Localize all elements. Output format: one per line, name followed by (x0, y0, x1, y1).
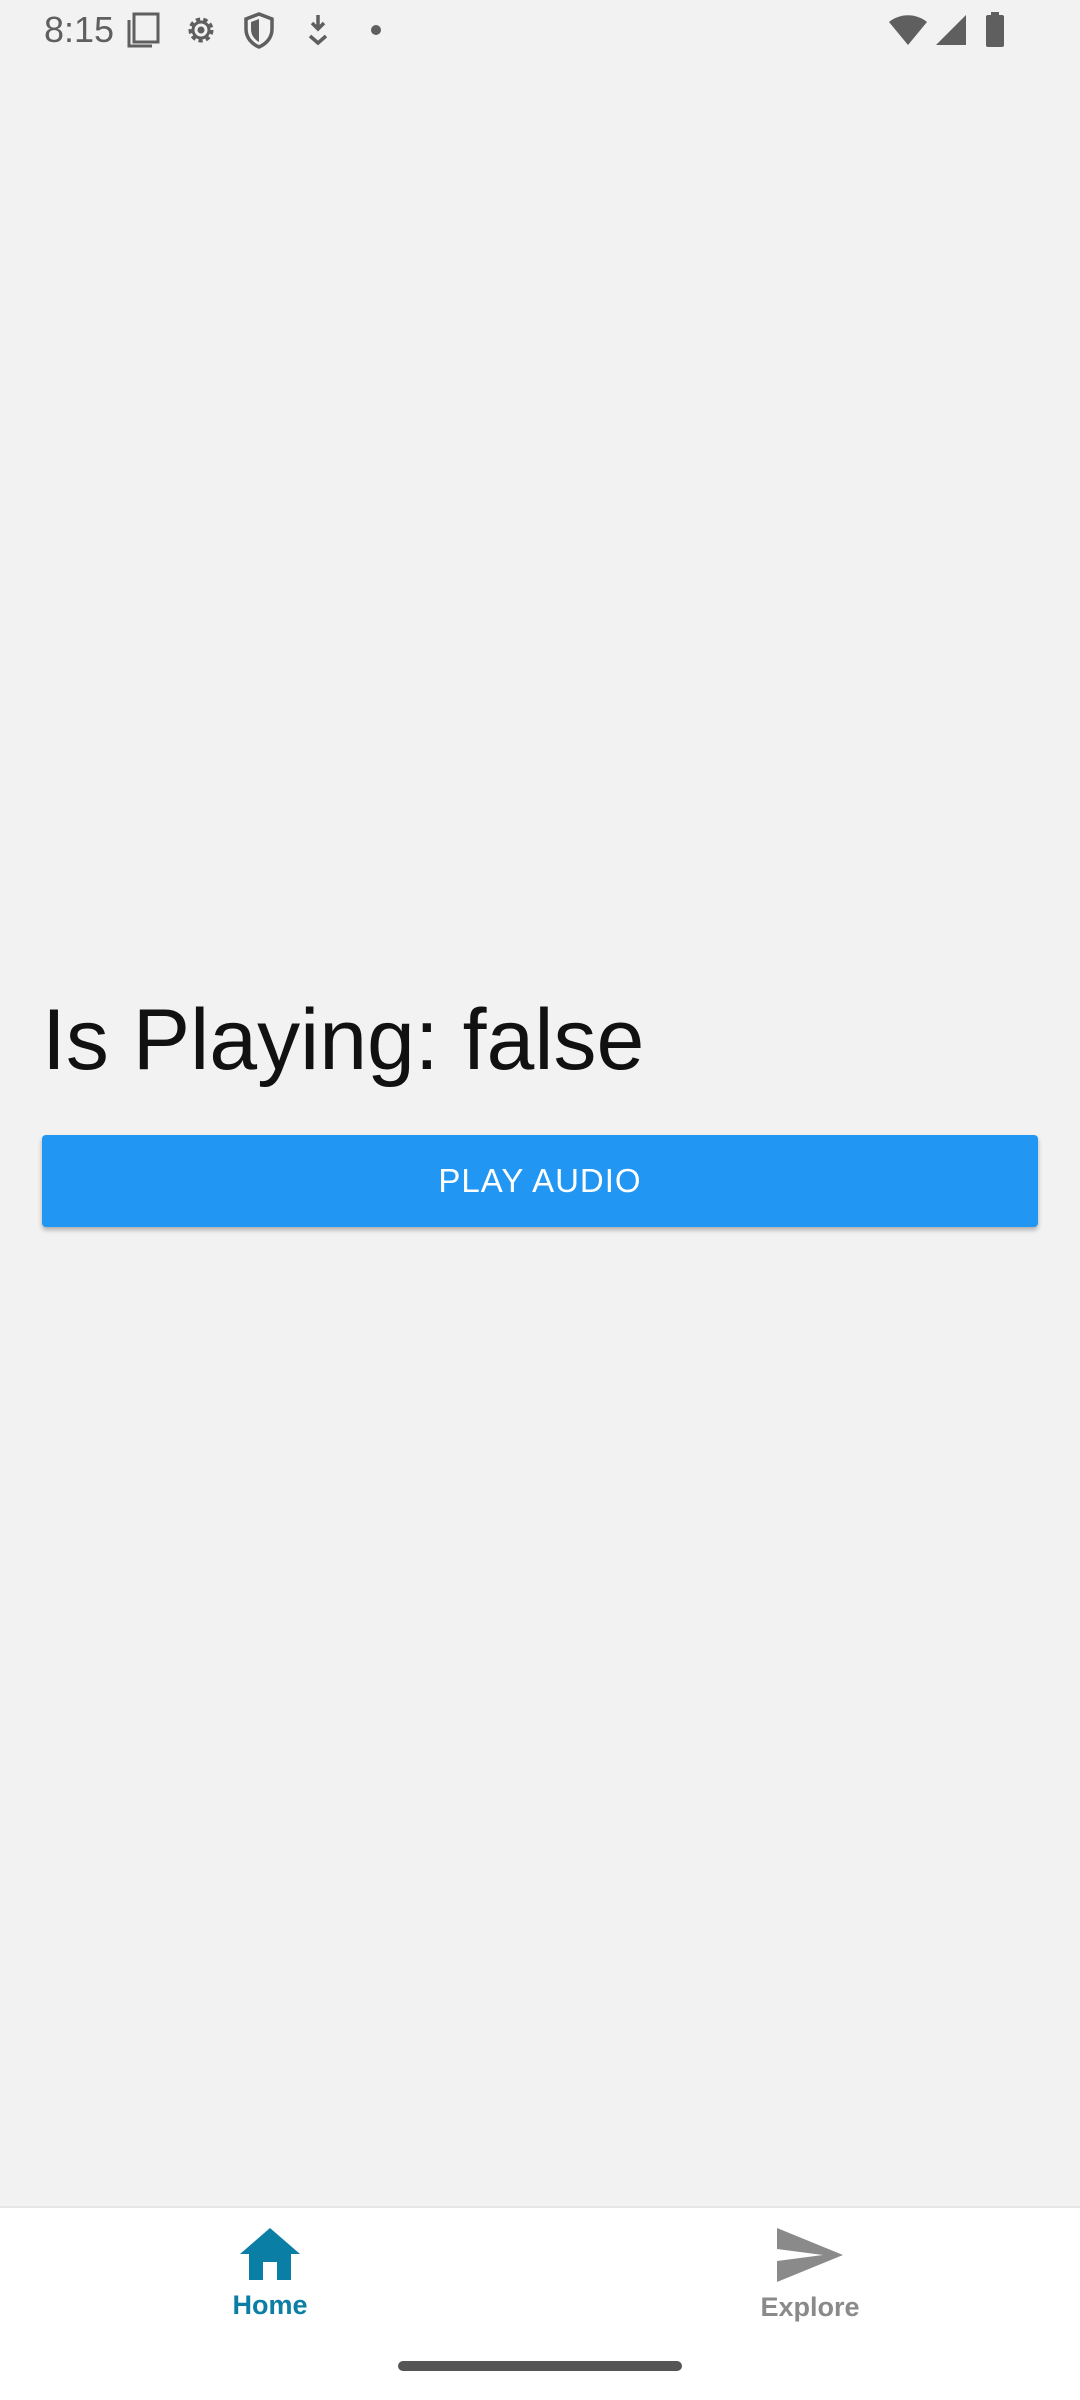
nav-label-explore: Explore (760, 2292, 860, 2322)
nav-label-home: Home (232, 2290, 308, 2320)
gesture-home-indicator[interactable] (398, 2361, 682, 2371)
play-audio-button[interactable]: PLAY AUDIO (42, 1135, 1038, 1227)
status-time: 8:15 (44, 9, 115, 50)
screenshot-icon (126, 12, 160, 48)
download-icon (305, 12, 331, 48)
send-icon (775, 2226, 845, 2284)
settings-gear-icon (183, 12, 219, 48)
app-screen: 8:15 Is Playing: false PLAY AUDIO Home E… (0, 0, 1080, 2400)
shield-icon (243, 12, 275, 50)
home-icon (238, 2226, 302, 2282)
nav-item-home[interactable]: Home (0, 2208, 540, 2338)
notification-dot-icon (370, 24, 382, 36)
status-bar: 8:15 (0, 0, 1080, 64)
playing-status-text: Is Playing: false (42, 992, 645, 1088)
cell-signal-icon (935, 14, 967, 46)
battery-icon (985, 12, 1005, 48)
nav-item-explore[interactable]: Explore (540, 2208, 1080, 2338)
wifi-icon (888, 14, 928, 46)
